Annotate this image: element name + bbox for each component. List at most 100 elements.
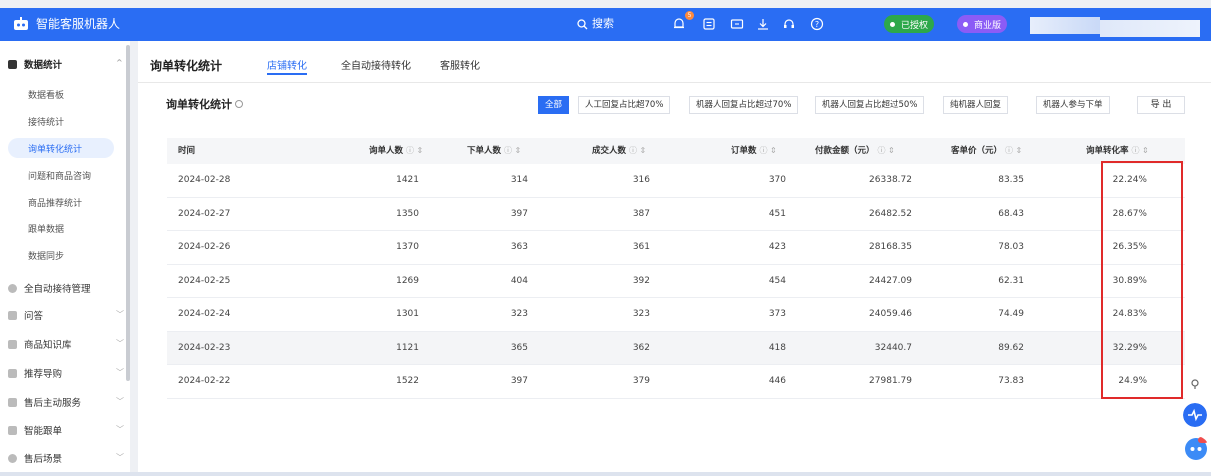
tab-auto-reception-conversion[interactable]: 全自动接待转化 xyxy=(341,57,411,72)
robot-logo-icon xyxy=(14,17,28,30)
recommend-icon xyxy=(8,368,17,378)
sidebar-group-auto-reception[interactable]: 全自动接待管理 xyxy=(8,281,91,295)
table-cell: 1301 xyxy=(396,309,419,319)
sidebar-item-label: 询单转化统计 xyxy=(28,145,83,155)
chevron-down-icon: ﹀ xyxy=(116,339,124,348)
table-cell: 68.43 xyxy=(998,208,1024,219)
table-header: 时间 询单人数 ⓘ ⇕ 下单人数 ⓘ ⇕ 成交人数 ⓘ ⇕ 订单数 ⓘ ⇕ 付款金额（元… xyxy=(167,138,1185,164)
col-inquiry-count[interactable]: 询单人数 ⓘ ⇕ xyxy=(369,138,423,164)
message-icon[interactable] xyxy=(702,17,716,31)
sidebar-item-inquiry-conversion[interactable]: 询单转化统计 xyxy=(28,142,82,155)
sidebar-group-smart-followup[interactable]: 智能跟单 ﹀ xyxy=(8,423,124,437)
filter-all[interactable]: 全部 xyxy=(538,96,570,114)
table-cell: 2024-02-28 xyxy=(178,175,231,185)
table-cell: 387 xyxy=(632,208,650,219)
table-row[interactable]: 2024-02-24 1301 323 323 373 24059.46 74.49 24.8… xyxy=(167,298,1185,332)
sidebar-group-data-stats[interactable]: 数据统计 ^ xyxy=(8,57,123,71)
table-cell: 361 xyxy=(632,242,650,252)
sidebar-group-aftersale-scene[interactable]: 售后场景 ﹀ xyxy=(8,451,124,465)
screen-icon[interactable] xyxy=(730,17,744,31)
sidebar-group-recommend[interactable]: 推荐导购 ﹀ xyxy=(8,366,124,380)
table-cell: 373 xyxy=(768,309,786,319)
col-order-people[interactable]: 下单人数 ⓘ ⇕ xyxy=(467,138,521,164)
table-cell: 363 xyxy=(510,242,528,252)
info-icon[interactable] xyxy=(235,100,243,108)
sidebar-group-aftersale-service[interactable]: 售后主动服务 ﹀ xyxy=(8,395,124,409)
sidebar-group-product-kb[interactable]: 商品知识库 ﹀ xyxy=(8,337,124,351)
col-deal-people[interactable]: 成交人数 ⓘ ⇕ xyxy=(592,138,646,164)
table-cell: 1421 xyxy=(396,175,419,185)
help-icon[interactable]: ? xyxy=(810,17,824,31)
table-row[interactable]: 2024-02-27 1350 397 387 451 26482.52 68.43 28.6… xyxy=(167,198,1185,231)
table-cell: 2024-02-26 xyxy=(178,242,231,252)
table-cell: 1350 xyxy=(396,208,419,219)
sidebar-item-dashboard[interactable]: 数据看板 xyxy=(28,88,64,101)
filter-robot-order[interactable]: 机器人参与下单 xyxy=(1036,96,1110,114)
table-row[interactable]: 2024-02-25 1269 404 392 454 24427.09 62.31 30.8… xyxy=(167,265,1185,298)
scene-icon xyxy=(8,453,17,463)
sidebar-item-product-recommend-stats[interactable]: 商品推荐统计 xyxy=(28,196,82,209)
table-cell: 451 xyxy=(768,208,786,219)
robot-assistant-icon[interactable] xyxy=(1183,436,1209,462)
table-cell: 32440.7 xyxy=(874,342,912,353)
sidebar-item-data-sync[interactable]: 数据同步 xyxy=(28,249,64,262)
table-row[interactable]: 2024-02-23 1121 365 362 418 32440.7 89.62 32.29… xyxy=(167,331,1185,365)
authorized-badge[interactable]: 已授权 xyxy=(884,15,935,33)
table-row[interactable]: 2024-02-22 1522 397 379 446 27981.79 73.83 24.9… xyxy=(167,365,1185,399)
bell-icon[interactable] xyxy=(672,17,686,31)
chevron-down-icon: ﹀ xyxy=(116,368,124,377)
edition-badge[interactable]: 商业版 xyxy=(957,15,1008,33)
filter-pure-robot[interactable]: 纯机器人回复 xyxy=(943,96,1009,114)
col-pay-amount[interactable]: 付款金额（元） ⓘ ⇕ xyxy=(815,138,895,164)
pulse-chat-icon[interactable] xyxy=(1183,403,1207,427)
filter-manual-over-70[interactable]: 人工回复占比超70% xyxy=(578,96,671,114)
table-cell: 1370 xyxy=(396,242,419,252)
edition-label: 商业版 xyxy=(974,20,1002,31)
table-cell: 397 xyxy=(510,208,528,219)
table-cell: 73.83 xyxy=(998,376,1024,386)
table-cell: 27981.79 xyxy=(869,376,912,386)
conversion-table: 时间 询单人数 ⓘ ⇕ 下单人数 ⓘ ⇕ 成交人数 ⓘ ⇕ 订单数 ⓘ ⇕ 付款金额（元… xyxy=(167,138,1185,399)
table-cell: 26338.72 xyxy=(869,175,912,185)
col-order-count[interactable]: 订单数 ⓘ ⇕ xyxy=(731,138,777,164)
table-cell: 379 xyxy=(632,376,650,386)
search-button[interactable]: 搜索 xyxy=(577,14,614,34)
chevron-up-icon: ^ xyxy=(116,58,123,67)
tab-store-conversion[interactable]: 店铺转化 xyxy=(267,57,307,72)
table-cell: 365 xyxy=(510,342,528,353)
sidebar-item-reception-stats[interactable]: 接待统计 xyxy=(28,115,64,128)
tab-agent-conversion[interactable]: 客服转化 xyxy=(440,57,480,72)
sidebar-item-label: 数据看板 xyxy=(28,91,65,101)
user-info-redacted-tail xyxy=(1100,20,1200,37)
sidebar: 数据统计 ^ 数据看板 接待统计 询单转化统计 问题和商品咨询 商品推荐统计 跟… xyxy=(0,41,130,476)
col-unit-price[interactable]: 客单价（元） ⓘ ⇕ xyxy=(951,138,1022,164)
export-button[interactable]: 导 出 xyxy=(1137,96,1185,114)
col-time[interactable]: 时间 xyxy=(178,138,195,164)
sidebar-item-label: 跟单数据 xyxy=(28,225,65,235)
table-cell: 2024-02-24 xyxy=(178,309,231,319)
table-cell: 454 xyxy=(768,275,786,286)
sidebar-item-followup-data[interactable]: 跟单数据 xyxy=(28,222,64,235)
filter-robot-over-50[interactable]: 机器人回复占比超过50% xyxy=(815,96,925,114)
chevron-down-icon: ﹀ xyxy=(116,453,124,462)
download-icon[interactable] xyxy=(756,17,770,31)
chevron-down-icon: ﹀ xyxy=(116,425,124,434)
bottom-scrollbar[interactable] xyxy=(0,472,1211,476)
brand[interactable]: 智能客服机器人 xyxy=(12,14,120,34)
filter-robot-over-70[interactable]: 机器人回复占比超过70% xyxy=(689,96,799,114)
table-row[interactable]: 2024-02-26 1370 363 361 423 28168.35 78.03 26.3… xyxy=(167,231,1185,265)
table-cell: 78.03 xyxy=(998,242,1024,252)
table-cell: 316 xyxy=(632,175,650,185)
sidebar-scrollbar[interactable] xyxy=(126,45,130,381)
sidebar-group-label: 数据统计 xyxy=(24,60,63,71)
headset-icon[interactable] xyxy=(782,17,796,31)
location-pin-icon[interactable] xyxy=(1187,376,1203,392)
table-row[interactable]: 2024-02-28 1421 314 316 370 26338.72 83.35 22.2… xyxy=(167,164,1185,198)
chevron-down-icon: ﹀ xyxy=(116,397,124,406)
user-info-redacted[interactable] xyxy=(1030,17,1100,34)
sidebar-group-qa[interactable]: 问答 ﹀ xyxy=(8,308,124,322)
table-cell: 2024-02-23 xyxy=(178,342,231,353)
table-cell: 362 xyxy=(632,342,650,353)
table-cell: 323 xyxy=(510,309,528,319)
sidebar-item-question-product-consult[interactable]: 问题和商品咨询 xyxy=(28,169,91,182)
